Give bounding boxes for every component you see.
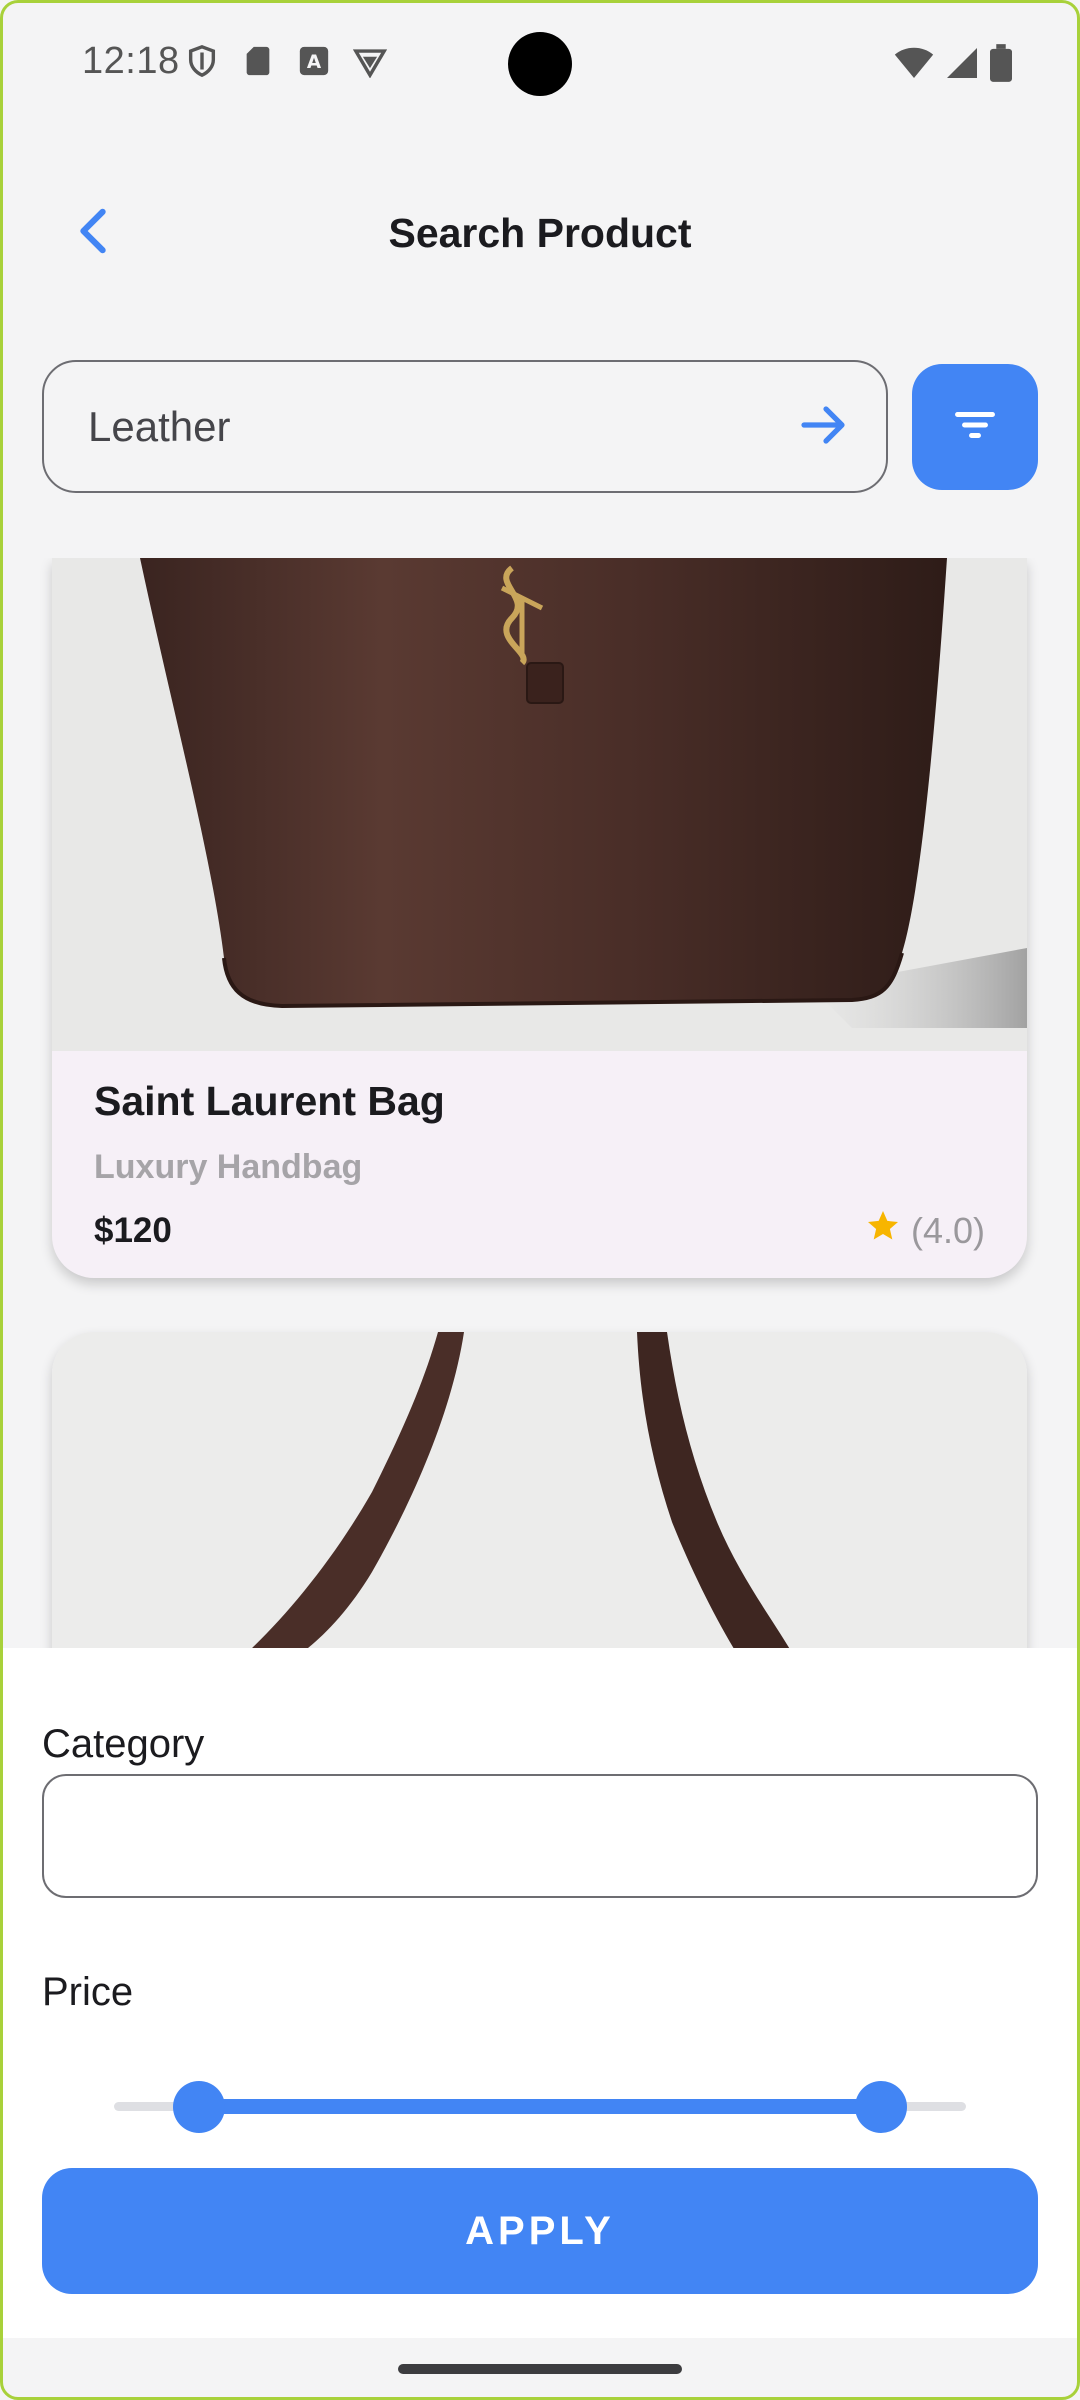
price-range-slider[interactable] [114, 2076, 966, 2136]
navigation-bar [0, 2338, 1080, 2400]
category-label: Category [42, 1722, 205, 1766]
status-icons-right [894, 44, 1012, 87]
battery-icon [990, 44, 1012, 87]
camera-cutout [508, 32, 572, 96]
product-card[interactable] [52, 1332, 1027, 1648]
status-icons-left: A [185, 44, 388, 79]
product-name: Saint Laurent Bag [94, 1078, 445, 1124]
product-price: $120 [94, 1211, 172, 1250]
apply-button[interactable]: APPLY [42, 2168, 1038, 2294]
slider-thumb-min[interactable] [173, 2081, 226, 2133]
search-input[interactable] [86, 401, 730, 452]
product-card[interactable]: Saint Laurent Bag Luxury Handbag $120 (4… [52, 558, 1027, 1278]
filter-bottom-sheet: Category Price APPLY [0, 1648, 1080, 2338]
slider-thumb-max[interactable] [854, 2081, 907, 2133]
shield-icon [185, 44, 219, 78]
rating-value: (4.0) [910, 1209, 985, 1251]
status-bar: 12:18 A [0, 0, 1080, 130]
product-list[interactable]: Saint Laurent Bag Luxury Handbag $120 (4… [0, 558, 1080, 1648]
filter-icon [954, 408, 996, 447]
a-badge-icon: A [297, 44, 331, 78]
arrow-right-icon [800, 403, 848, 452]
search-field[interactable] [42, 360, 888, 493]
slider-active-range [199, 2099, 881, 2114]
signal-icon [944, 45, 980, 86]
svg-text:A: A [307, 52, 322, 73]
product-rating: (4.0) [865, 1208, 985, 1253]
price-label: Price [42, 1970, 134, 2014]
product-image [52, 558, 1027, 1051]
sd-card-icon [241, 44, 275, 78]
product-image [52, 1332, 1027, 1648]
star-icon [865, 1208, 901, 1253]
home-gesture-handle[interactable] [398, 2364, 682, 2374]
vpn-shield-icon [352, 44, 388, 79]
category-input[interactable] [42, 1774, 1038, 1898]
app-header: Search Product [0, 170, 1080, 295]
wifi-icon [894, 45, 934, 86]
search-submit-button[interactable] [792, 395, 856, 459]
product-subtitle: Luxury Handbag [94, 1148, 363, 1186]
page-title: Search Product [388, 210, 692, 256]
status-time: 12:18 [82, 40, 180, 82]
filter-button[interactable] [912, 364, 1038, 490]
